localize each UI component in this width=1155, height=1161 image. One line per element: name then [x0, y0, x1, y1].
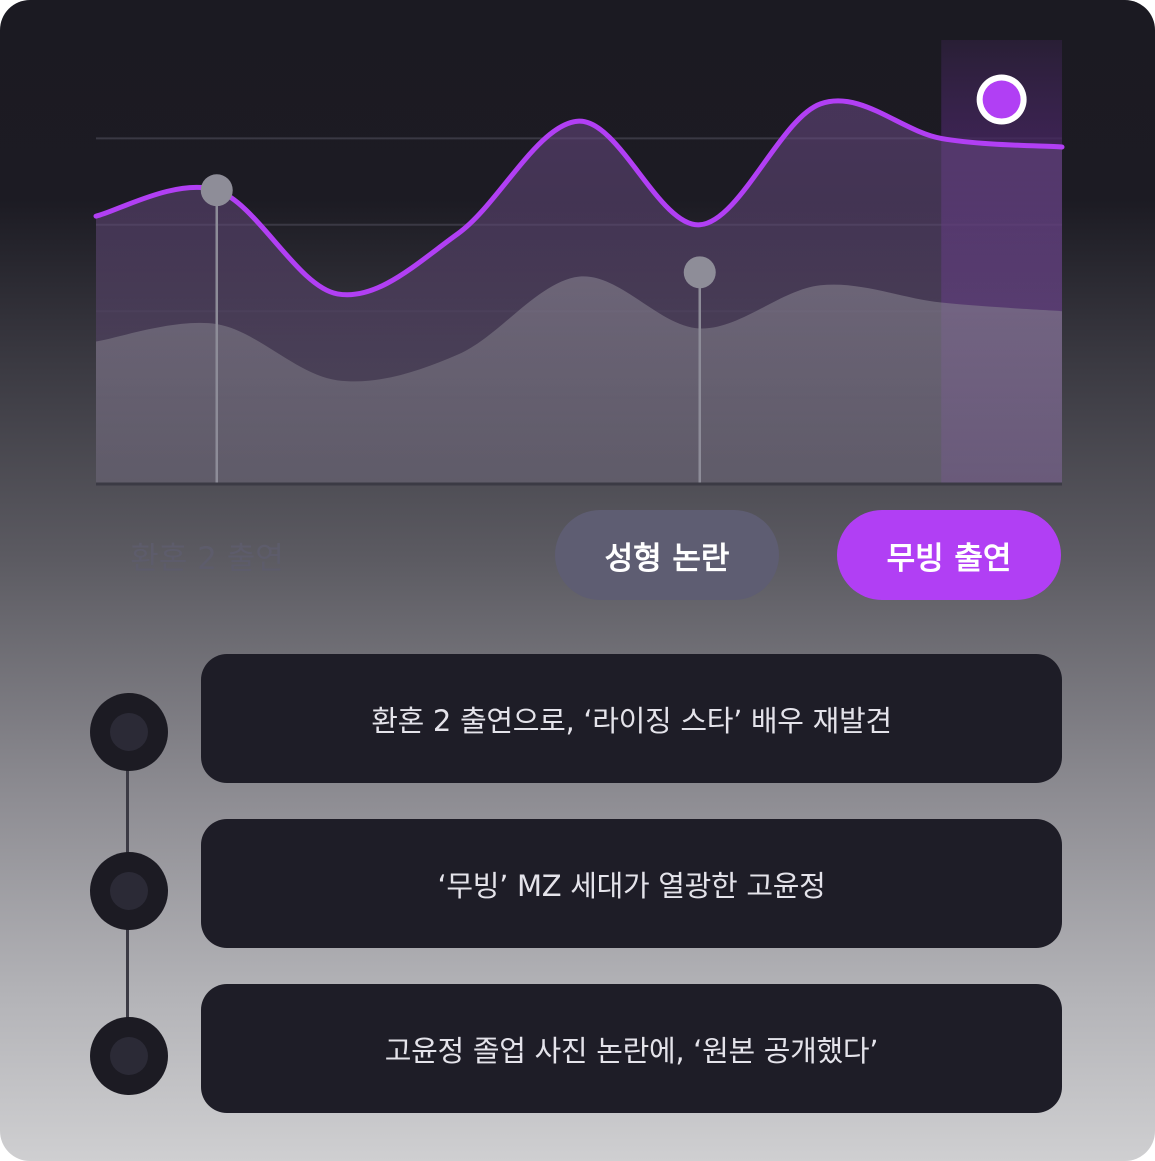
tag-ghost[interactable]: 환혼 2 출연: [96, 510, 318, 600]
timeline-dot: [90, 693, 168, 771]
news-card[interactable]: 고윤정 졸업 사진 논란에, ‘원본 공개했다’: [201, 984, 1062, 1113]
tag-moving-appearance[interactable]: 무빙 출연: [837, 510, 1061, 600]
profile-card: 환혼 2 출연 성형 논란 무빙 출연 환혼 2 출연으로, ‘라이징 스타’ …: [0, 0, 1155, 1161]
timeline-dot-inner: [110, 872, 148, 910]
tag-plastic-surgery-controversy[interactable]: 성형 논란: [555, 510, 779, 600]
data-marker: [683, 256, 716, 289]
timeline-dot-inner: [110, 713, 148, 751]
timeline-dot: [90, 1017, 168, 1095]
data-marker: [200, 174, 233, 207]
timeline-dot: [90, 852, 168, 930]
timeline-dot-inner: [110, 1037, 148, 1075]
highlight-marker: [982, 80, 1021, 119]
news-card[interactable]: 환혼 2 출연으로, ‘라이징 스타’ 배우 재발견: [201, 654, 1062, 783]
news-card[interactable]: ‘무빙’ MZ 세대가 열광한 고윤정: [201, 819, 1062, 948]
trend-chart: [93, 40, 1065, 486]
